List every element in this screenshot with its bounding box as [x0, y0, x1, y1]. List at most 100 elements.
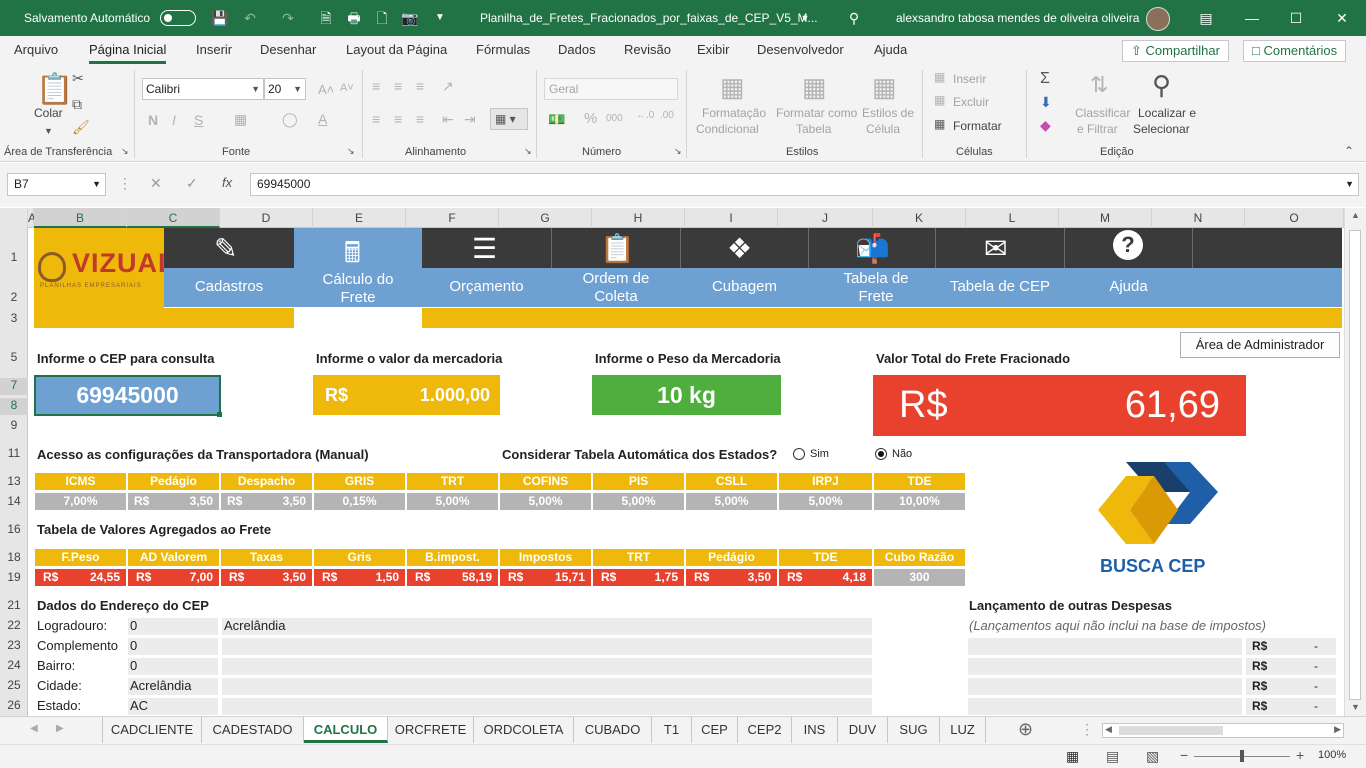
carrier-value-irpj[interactable]: 5,00% — [779, 493, 872, 510]
tab-desenhar[interactable]: Desenhar — [260, 36, 316, 64]
form-icon[interactable]: 🗎 — [316, 0, 336, 36]
expense-value-input[interactable]: R$ - — [1246, 638, 1336, 655]
bold-button[interactable]: N — [148, 112, 158, 128]
row-header[interactable]: 24 — [0, 658, 28, 672]
font-color-icon[interactable]: A — [318, 111, 327, 127]
number-launcher-icon[interactable]: ↘ — [674, 146, 682, 157]
enter-icon[interactable]: ✓ — [186, 175, 198, 192]
tab-exibir[interactable]: Exibir — [697, 36, 730, 64]
nav-cubagem[interactable]: ❖ Cubagem — [681, 228, 808, 308]
sheet-tab[interactable]: CEP — [692, 717, 738, 743]
expense-desc-input[interactable] — [968, 658, 1242, 675]
row-header[interactable]: 14 — [0, 494, 28, 508]
horizontal-scrollbar[interactable]: ◀ ▶ — [1102, 723, 1344, 738]
column-header[interactable]: L — [966, 208, 1059, 228]
alignment-launcher-icon[interactable]: ↘ — [524, 146, 532, 157]
row-header[interactable]: 22 — [0, 618, 28, 632]
align-middle-icon[interactable]: ≡ — [394, 78, 402, 94]
share-button[interactable]: ⇧ Compartilhar — [1122, 40, 1229, 62]
cell-styles-label-1[interactable]: Estilos de — [862, 106, 914, 120]
row-header[interactable]: 16 — [0, 522, 28, 536]
sheet-tab[interactable]: CEP2 — [738, 717, 792, 743]
paste-dropdown-icon[interactable]: ▼ — [44, 126, 53, 136]
format-as-table-label-2[interactable]: Tabela — [796, 122, 831, 136]
outdent-icon[interactable]: ⇥ — [464, 111, 476, 128]
column-header[interactable]: N — [1152, 208, 1245, 228]
nav-ordem-de-coleta[interactable]: 📋 Ordem de Coleta — [552, 228, 680, 308]
delete-cells-button[interactable]: Excluir — [953, 95, 989, 109]
nav-cadastros[interactable]: ✎ Cadastros — [164, 228, 294, 308]
nav-orcamento[interactable]: ☰ Orçamento — [422, 228, 551, 308]
column-header[interactable]: C — [127, 208, 220, 228]
sort-filter-label-2[interactable]: e Filtrar — [1077, 122, 1118, 136]
percent-icon[interactable]: % — [584, 110, 597, 127]
copy-icon[interactable]: ⧉ — [72, 96, 82, 113]
nav-tabela-de-cep[interactable]: ✉ Tabela de CEP — [936, 228, 1064, 308]
insert-cells-button[interactable]: Inserir — [953, 72, 986, 86]
carrier-value-cofins[interactable]: 5,00% — [500, 493, 591, 510]
carrier-value-icms[interactable]: 7,00% — [35, 493, 126, 510]
font-launcher-icon[interactable]: ↘ — [347, 146, 355, 157]
tab-dados[interactable]: Dados — [558, 36, 596, 64]
carrier-value-despacho[interactable]: R$ 3,50 — [221, 493, 312, 510]
paste-button[interactable]: Colar — [34, 106, 63, 120]
align-center-icon[interactable]: ≡ — [394, 111, 402, 127]
format-painter-icon[interactable]: 🖌 — [72, 119, 90, 136]
tab-revisao[interactable]: Revisão — [624, 36, 671, 64]
format-as-table-label-1[interactable]: Formatar como — [776, 106, 857, 120]
comments-button[interactable]: □ Comentários — [1243, 40, 1347, 62]
carrier-value-gris[interactable]: 0,15% — [314, 493, 405, 510]
ribbon-display-icon[interactable]: ▤ — [1196, 0, 1216, 36]
sheet-tab[interactable]: DUV — [838, 717, 888, 743]
carrier-value-pedagio[interactable]: R$ 3,50 — [128, 493, 219, 510]
sheet-tab[interactable]: SUG — [888, 717, 940, 743]
delete-cells-icon[interactable]: ▦ — [934, 93, 945, 107]
tab-arquivo[interactable]: Arquivo — [14, 36, 58, 64]
maximize-icon[interactable]: ☐ — [1286, 0, 1306, 36]
carrier-value-csll[interactable]: 5,00% — [686, 493, 777, 510]
name-box[interactable]: B7 ▼ — [7, 173, 106, 196]
row-header[interactable]: 8 — [0, 398, 28, 415]
zoom-out-icon[interactable]: − — [1180, 747, 1188, 763]
row-header[interactable]: 21 — [0, 598, 28, 612]
row-header[interactable]: 3 — [0, 311, 28, 325]
column-header[interactable]: I — [685, 208, 778, 228]
autosave-toggle[interactable] — [160, 10, 196, 26]
format-cells-button[interactable]: Formatar — [953, 119, 1002, 133]
undo-icon[interactable]: ↶ — [240, 0, 260, 36]
tab-pagina-inicial[interactable]: Página Inicial — [89, 36, 167, 64]
column-header[interactable]: E — [313, 208, 406, 228]
autosum-icon[interactable]: Σ — [1040, 70, 1050, 88]
row-header[interactable]: 5 — [0, 350, 28, 364]
normal-view-icon[interactable]: ▦ — [1066, 748, 1079, 765]
tab-ajuda[interactable]: Ajuda — [874, 36, 907, 64]
row-header[interactable]: 9 — [0, 418, 28, 432]
admin-area-button[interactable]: Área de Administrador — [1180, 332, 1340, 358]
row-header[interactable]: 18 — [0, 550, 28, 564]
row-header[interactable]: 23 — [0, 638, 28, 652]
sort-filter-icon[interactable]: ⇅ — [1090, 72, 1108, 98]
row-header[interactable]: 1 — [0, 250, 28, 264]
sheet-tab-active[interactable]: CALCULO — [304, 717, 388, 743]
fill-color-icon[interactable]: ◯ — [282, 111, 298, 128]
camera-icon[interactable]: 📷 — [400, 0, 420, 36]
row-header[interactable]: 26 — [0, 698, 28, 712]
column-header[interactable]: B — [34, 208, 127, 228]
expense-value-input[interactable]: R$ - — [1246, 698, 1336, 715]
page-break-view-icon[interactable]: ▧ — [1146, 748, 1159, 765]
expense-desc-input[interactable] — [968, 678, 1242, 695]
clipboard-launcher-icon[interactable]: ↘ — [121, 146, 129, 157]
print-preview-icon[interactable]: 🖶 — [344, 0, 364, 36]
file-name-dropdown-icon[interactable]: ▼ — [795, 0, 815, 36]
formula-input[interactable]: 69945000 ▼ — [250, 173, 1359, 196]
font-name-select[interactable]: Calibri ▼ — [142, 78, 264, 100]
zoom-in-icon[interactable]: + — [1296, 747, 1304, 763]
format-cells-icon[interactable]: ▦ — [934, 117, 945, 131]
tab-formulas[interactable]: Fórmulas — [476, 36, 530, 64]
radio-nao[interactable] — [875, 448, 887, 460]
expense-value-input[interactable]: R$ - — [1246, 678, 1336, 695]
font-size-select[interactable]: 20 ▼ — [264, 78, 306, 100]
increase-font-icon[interactable]: A˄ — [318, 82, 334, 97]
conditional-formatting-label-2[interactable]: Condicional — [696, 122, 759, 136]
busca-cep-logo[interactable]: BUSCA CEP — [1090, 456, 1230, 584]
